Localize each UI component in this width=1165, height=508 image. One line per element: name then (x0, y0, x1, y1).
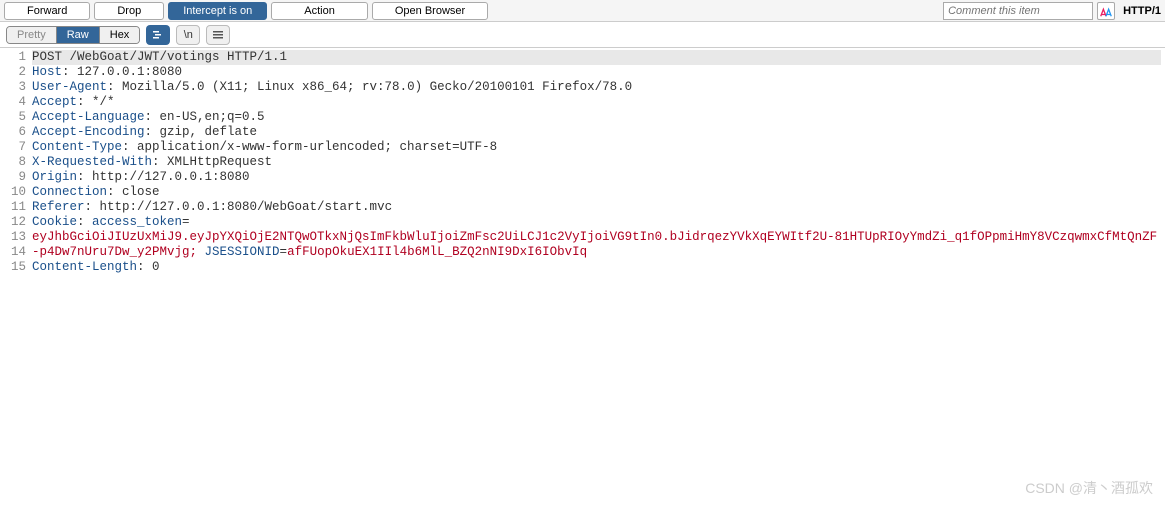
tab-hex[interactable]: Hex (100, 27, 140, 43)
view-tabs: Pretty Raw Hex (6, 26, 140, 44)
settings-icon[interactable] (146, 25, 170, 45)
action-button[interactable]: Action (271, 2, 368, 20)
newline-icon[interactable]: \n (176, 25, 200, 45)
tab-pretty[interactable]: Pretty (7, 27, 57, 43)
open-browser-button[interactable]: Open Browser (372, 2, 488, 20)
request-editor[interactable]: 123456789101112131415 POST /WebGoat/JWT/… (0, 48, 1165, 508)
comment-input[interactable] (943, 2, 1093, 20)
intercept-toggle[interactable]: Intercept is on (168, 2, 267, 20)
highlight-color-icon[interactable] (1097, 2, 1115, 20)
forward-button[interactable]: Forward (4, 2, 90, 20)
tab-raw[interactable]: Raw (57, 27, 100, 43)
drop-button[interactable]: Drop (94, 2, 164, 20)
line-gutter: 123456789101112131415 (0, 48, 30, 508)
view-toolbar: Pretty Raw Hex \n (0, 22, 1165, 48)
watermark: CSDN @清丶酒孤欢 (1025, 478, 1153, 498)
toolbar-right: HTTP/1 (943, 2, 1161, 20)
main-toolbar: Forward Drop Intercept is on Action Open… (0, 0, 1165, 22)
hamburger-icon[interactable] (206, 25, 230, 45)
request-content[interactable]: POST /WebGoat/JWT/votings HTTP/1.1Host: … (30, 48, 1165, 508)
http-version-label: HTTP/1 (1123, 5, 1161, 17)
